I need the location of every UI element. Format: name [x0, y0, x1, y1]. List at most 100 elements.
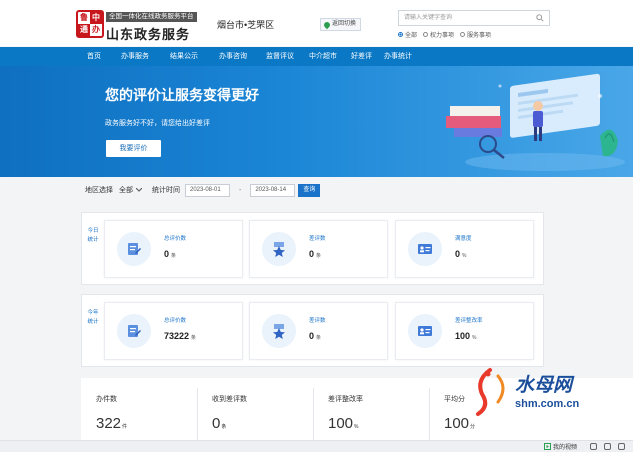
evaluate-button[interactable]: 我要评价: [106, 140, 161, 157]
nav-results[interactable]: 结果公示: [170, 47, 198, 66]
nav-statistics[interactable]: 办事统计: [384, 47, 412, 66]
radio-dot: [398, 32, 403, 37]
stat-card: 差评整改率 100%: [395, 302, 534, 360]
today-stats-label: 今日统计: [87, 228, 99, 243]
end-date-input[interactable]: 2023-08-14: [250, 183, 296, 197]
radio-label: 服务事项: [467, 33, 492, 39]
summary-value: 100%: [328, 415, 358, 432]
banner-subtitle: 政务服务好不好，请您给出好差评: [105, 120, 210, 127]
card-unit: %: [472, 335, 477, 341]
star-badge-icon: [262, 314, 296, 348]
site-header: 鲁 中 通 办 全国一体化在线政务服务平台 山东政务服务 烟台市•芝罘区 返回切…: [0, 0, 633, 46]
video-icon: [544, 443, 551, 450]
site-logo[interactable]: 鲁 中 通 办: [76, 10, 104, 38]
watermark-logo-icon: [476, 368, 505, 416]
stat-card: 满意度 0%: [395, 220, 534, 278]
card-value: 0条: [309, 331, 321, 341]
search-scope-radios: 全部 权力事项 服务事项: [398, 30, 491, 39]
shield-icon[interactable]: [590, 443, 597, 450]
main-nav: 首页 办事服务 结果公示 办事咨询 监督评议 中介超市 好差评 办事统计: [0, 47, 633, 66]
summary-value: 0条: [212, 415, 226, 432]
switch-city-label: 返回切换: [332, 21, 357, 27]
card-value: 100%: [455, 331, 476, 341]
search-input[interactable]: [399, 11, 529, 25]
card-number: 0: [309, 331, 315, 341]
area-label: 地区选择: [85, 187, 113, 194]
start-date-input[interactable]: 2023-08-01: [185, 183, 230, 197]
card-number: 73222: [164, 331, 190, 341]
card-label: 满意度: [455, 236, 472, 242]
card-label: 差评整改率: [455, 318, 483, 324]
stat-card: 总评价数 0条: [104, 220, 243, 278]
card-unit: 条: [191, 335, 197, 341]
radio-all[interactable]: 全部: [398, 30, 417, 39]
summary-item: 差评整改率 100%: [313, 378, 429, 446]
watermark-url: shm.com.cn: [515, 398, 580, 410]
nav-agency-market[interactable]: 中介超市: [309, 47, 337, 66]
card-number: 100: [455, 331, 471, 341]
summary-number: 100: [328, 415, 354, 432]
my-video-label: 我的视频: [553, 445, 578, 451]
nav-evaluation[interactable]: 好差评: [351, 47, 372, 66]
card-value: 0%: [455, 249, 466, 259]
summary-unit: 件: [122, 424, 128, 430]
switch-city-button[interactable]: 返回切换: [320, 18, 362, 31]
nav-consult[interactable]: 办事咨询: [219, 47, 247, 66]
area-select[interactable]: 全部: [119, 185, 142, 195]
nav-supervision[interactable]: 监督评议: [266, 47, 294, 66]
logo-char: 通: [78, 24, 90, 36]
search-box: [398, 10, 550, 26]
site-brand[interactable]: 山东政务服务: [106, 24, 190, 43]
card-label: 差评数: [309, 318, 326, 324]
card-value: 0条: [309, 249, 321, 259]
evaluation-illustration: [446, 73, 625, 171]
card-unit: 条: [316, 253, 322, 259]
nav-home[interactable]: 首页: [87, 47, 101, 66]
logo-char: 办: [92, 25, 100, 34]
card-unit: %: [462, 253, 467, 259]
summary-unit: 分: [470, 424, 476, 430]
card-label: 差评数: [309, 236, 326, 242]
card-label: 总评价数: [164, 236, 187, 242]
card-number: 0: [455, 249, 461, 259]
nav-services[interactable]: 办事服务: [121, 47, 149, 66]
platform-slogan: 全国一体化在线政务服务平台: [106, 12, 197, 22]
watermark-text: 水母网: [515, 375, 573, 396]
time-label: 统计时间: [152, 187, 180, 194]
radio-power-items[interactable]: 权力事项: [423, 30, 454, 39]
id-card-icon: [408, 232, 442, 266]
evaluation-edit-icon: [117, 314, 151, 348]
my-video-button[interactable]: 我的视频: [544, 442, 577, 451]
page: 鲁 中 通 办 全国一体化在线政务服务平台 山东政务服务 烟台市•芝罘区 返回切…: [0, 0, 633, 452]
card-value: 73222 条: [164, 331, 196, 341]
radio-label: 全部: [405, 33, 418, 39]
query-button[interactable]: 查询: [298, 183, 321, 197]
summary-label: 办件数: [96, 396, 117, 403]
search-icon[interactable]: [536, 14, 544, 22]
summary-label: 差评整改率: [328, 396, 363, 403]
summary-unit: 条: [221, 424, 227, 430]
year-stats: 今年统计 总评价数 73222 条 差评数 0条 差评整改率 100%: [81, 294, 544, 367]
logo-char: 鲁: [80, 13, 88, 22]
card-unit: 条: [171, 253, 177, 259]
browser-status-bar: 我的视频: [0, 440, 633, 452]
card-number: 0: [164, 249, 170, 259]
radio-service-items[interactable]: 服务事项: [460, 30, 491, 39]
chevron-down-icon: [136, 188, 142, 192]
radio-label: 权力事项: [430, 33, 455, 39]
current-city: 烟台市•芝罘区: [217, 20, 275, 30]
card-number: 0: [309, 249, 315, 259]
date-separator: -: [239, 186, 242, 194]
year-stats-label: 今年统计: [87, 310, 99, 325]
summary-number: 100: [444, 415, 470, 432]
radio-dot: [423, 32, 429, 37]
hero-banner: 您的评价让服务变得更好 政务服务好不好，请您给出好差评 我要评价: [0, 66, 633, 177]
summary-item: 办件数 322件: [81, 378, 197, 446]
download-icon[interactable]: [604, 443, 611, 450]
zoom-icon[interactable]: [618, 443, 625, 450]
card-label: 总评价数: [164, 318, 187, 324]
site-watermark: 水母网 shm.com.cn: [468, 366, 598, 418]
card-unit: 条: [316, 335, 322, 341]
banner-title: 您的评价让服务变得更好: [105, 87, 259, 103]
summary-number: 0: [212, 415, 221, 432]
